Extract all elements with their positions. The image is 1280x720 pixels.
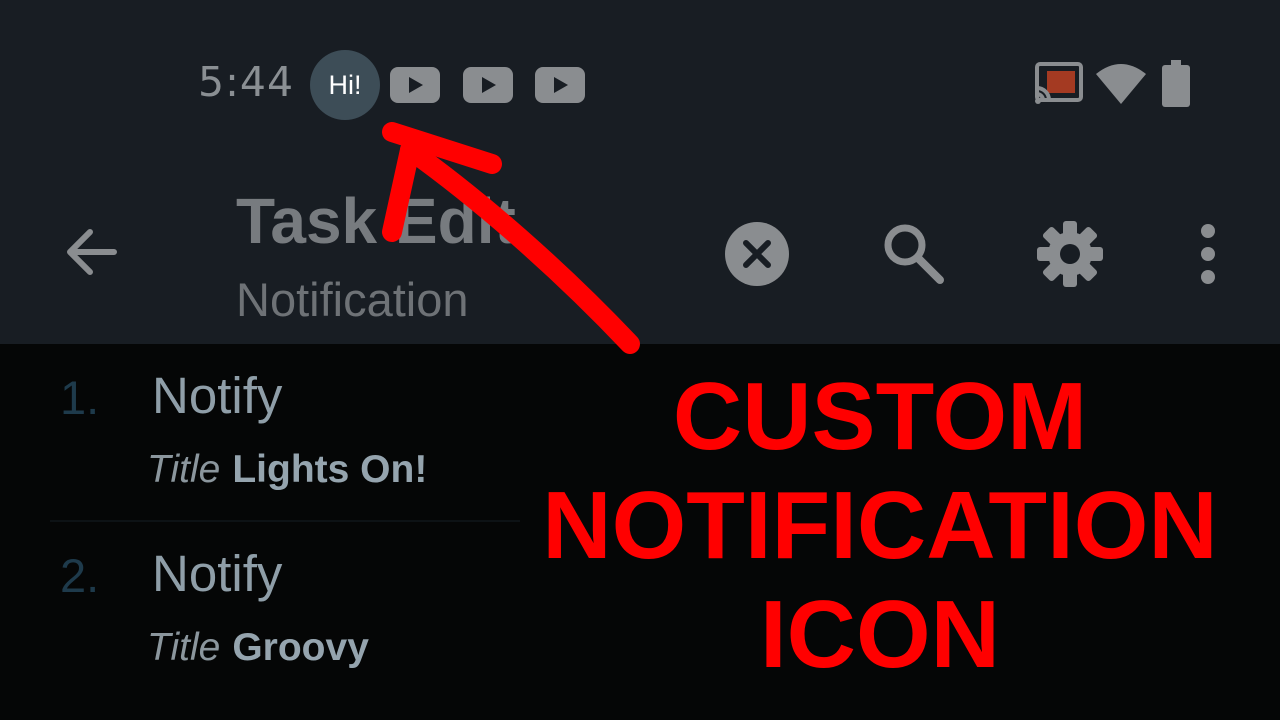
caption-line: NOTIFICATION [542, 472, 1218, 579]
task-param: Title Groovy [147, 626, 369, 670]
task-number: 1. [60, 371, 100, 424]
custom-notification-icon[interactable]: Hi! [310, 50, 380, 120]
param-key: Title [147, 626, 221, 669]
youtube-icon[interactable] [463, 67, 513, 103]
app-header: 5:44 Hi! Task Edit Notification [0, 0, 1280, 344]
back-arrow-icon[interactable] [60, 220, 124, 284]
list-item[interactable]: 2. Notify Title Groovy [0, 522, 520, 692]
gear-icon[interactable] [1036, 220, 1104, 288]
caption-line: ICON [760, 581, 1000, 688]
youtube-icon[interactable] [535, 67, 585, 103]
battery-icon [1162, 60, 1190, 107]
list-item[interactable]: 1. Notify Title Lights On! [0, 344, 520, 514]
wifi-icon [1096, 64, 1146, 104]
cast-icon [1035, 62, 1083, 104]
page-title: Task Edit [236, 185, 516, 257]
page-subtitle: Notification [236, 273, 469, 326]
task-param: Title Lights On! [147, 448, 427, 492]
overlay-caption: CUSTOM NOTIFICATION ICON [480, 362, 1280, 689]
search-icon[interactable] [880, 220, 946, 286]
more-vert-icon[interactable] [1194, 222, 1222, 286]
task-label: Notify [152, 545, 283, 602]
task-number: 2. [60, 549, 100, 602]
status-bar: 5:44 Hi! [0, 0, 1280, 170]
param-value: Lights On! [232, 448, 428, 491]
caption-line: CUSTOM [672, 363, 1088, 470]
task-label: Notify [152, 367, 283, 424]
param-value: Groovy [232, 626, 369, 669]
youtube-icon[interactable] [390, 67, 440, 103]
close-circle-icon[interactable] [723, 220, 791, 288]
param-key: Title [147, 448, 221, 491]
status-time: 5:44 [198, 58, 295, 106]
